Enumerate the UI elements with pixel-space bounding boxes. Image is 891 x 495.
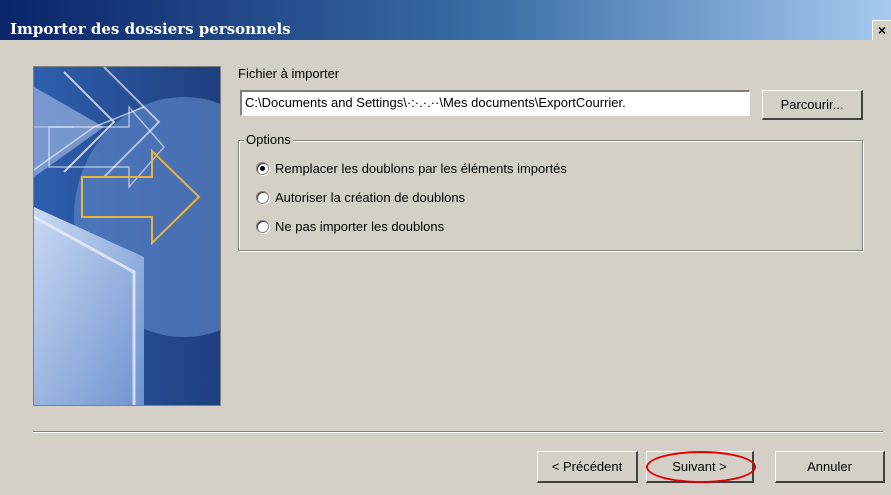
radio-replace-duplicates[interactable]: Remplacer les doublons par les éléments …: [256, 161, 567, 176]
close-button[interactable]: ×: [872, 20, 891, 40]
cancel-button[interactable]: Annuler: [775, 451, 885, 483]
radio-button-icon[interactable]: [256, 220, 269, 233]
file-to-import-label: Fichier à importer: [238, 66, 340, 81]
previous-button[interactable]: < Précédent: [537, 451, 638, 483]
wizard-arrows-illustration: [33, 66, 221, 406]
radio-button-icon[interactable]: [256, 162, 269, 175]
radio-allow-duplicates[interactable]: Autoriser la création de doublons: [256, 190, 465, 205]
options-group: Options Remplacer les doublons par les é…: [238, 132, 863, 251]
options-legend: Options: [244, 132, 293, 147]
radio-label: Ne pas importer les doublons: [275, 219, 445, 234]
radio-label: Autoriser la création de doublons: [275, 190, 466, 205]
radio-no-duplicates[interactable]: Ne pas importer les doublons: [256, 219, 444, 234]
radio-button-icon[interactable]: [256, 191, 269, 204]
close-icon: ×: [877, 22, 887, 38]
title-bar: Importer des dossiers personnels ×: [0, 0, 891, 40]
next-button[interactable]: Suivant >: [646, 451, 754, 483]
browse-button[interactable]: Parcourir...: [762, 90, 863, 120]
footer-separator: [33, 431, 883, 433]
radio-label: Remplacer les doublons par les éléments …: [275, 161, 567, 176]
file-path-input[interactable]: C:\Documents and Settings\·:·.·.··\Mes d…: [240, 90, 750, 116]
window-title: Importer des dossiers personnels: [10, 20, 291, 38]
